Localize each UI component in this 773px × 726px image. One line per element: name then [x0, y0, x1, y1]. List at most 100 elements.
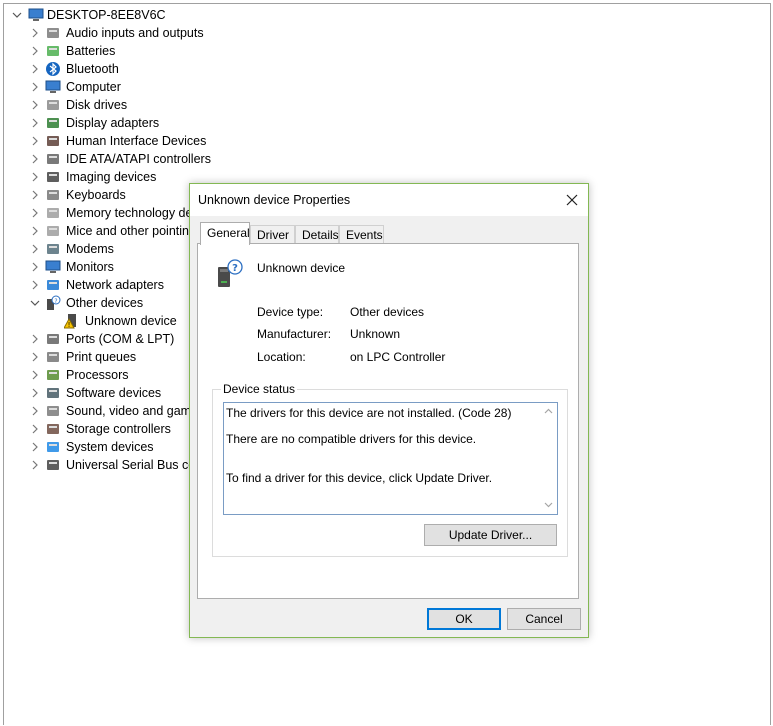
- tree-item-label: Computer: [66, 80, 121, 94]
- device-name: Unknown device: [257, 261, 346, 275]
- status-line: To find a driver for this device, click …: [226, 471, 493, 485]
- mouse-icon: [45, 223, 61, 239]
- tab-details[interactable]: Details: [295, 225, 339, 243]
- chevron-right-icon[interactable]: [30, 60, 40, 78]
- port-icon: [45, 331, 61, 347]
- storage-icon: [45, 421, 61, 437]
- computer-icon: [28, 7, 44, 23]
- keyboard-icon: [45, 187, 61, 203]
- device-status-group: Device status The drivers for this devic…: [212, 382, 568, 557]
- chevron-right-icon[interactable]: [30, 96, 40, 114]
- chevron-right-icon[interactable]: [30, 168, 40, 186]
- tree-item-label: Universal Serial Bus con: [66, 458, 203, 472]
- tree-item-label: Storage controllers: [66, 422, 171, 436]
- dialog-title: Unknown device Properties: [198, 193, 351, 207]
- chevron-right-icon[interactable]: [30, 150, 40, 168]
- update-driver-button[interactable]: Update Driver...: [424, 524, 557, 546]
- tree-item-label: Human Interface Devices: [66, 134, 207, 148]
- device-status-textbox[interactable]: The drivers for this device are not inst…: [223, 402, 558, 515]
- close-button[interactable]: [556, 184, 588, 216]
- tree-item-label: IDE ATA/ATAPI controllers: [66, 152, 211, 166]
- device-status-legend: Device status: [221, 382, 298, 396]
- tree-item-label: Disk drives: [66, 98, 128, 112]
- speaker-icon: [45, 25, 61, 41]
- chevron-right-icon[interactable]: [30, 456, 40, 474]
- tree-item-label: Print queues: [66, 350, 137, 364]
- tree-item-label: Ports (COM & LPT): [66, 332, 175, 346]
- chevron-right-icon[interactable]: [30, 186, 40, 204]
- tree-item-label: Modems: [66, 242, 114, 256]
- properties-dialog: Unknown device Properties General Driver…: [189, 183, 589, 638]
- tree-item-label: Keyboards: [66, 188, 126, 202]
- memory-icon: [45, 205, 61, 221]
- chevron-right-icon[interactable]: [30, 258, 40, 276]
- unknown-device-icon: ?: [45, 295, 61, 311]
- tree-root-label: DESKTOP-8EE8V6C: [47, 8, 166, 22]
- tree-item-label: Other devices: [66, 296, 144, 310]
- prop-value-device-type: Other devices: [350, 305, 425, 319]
- cancel-button[interactable]: Cancel: [507, 608, 581, 630]
- chevron-right-icon[interactable]: [30, 42, 40, 60]
- svg-text:?: ?: [232, 263, 238, 274]
- chevron-right-icon[interactable]: [30, 78, 40, 96]
- chevron-right-icon[interactable]: [30, 348, 40, 366]
- tree-item-label: Imaging devices: [66, 170, 157, 184]
- chevron-down-icon[interactable]: [12, 6, 22, 24]
- chevron-right-icon[interactable]: [30, 276, 40, 294]
- warning-device-icon: !: [63, 313, 80, 329]
- monitor-icon: [45, 79, 61, 95]
- close-icon: [566, 194, 578, 206]
- prop-value-manufacturer: Unknown: [350, 327, 401, 341]
- ide-controller-icon: [45, 151, 61, 167]
- tree-item-label: Sound, video and game: [66, 404, 199, 418]
- hid-icon: [45, 133, 61, 149]
- chevron-down-icon[interactable]: [30, 294, 40, 312]
- tree-item-label: Audio inputs and outputs: [66, 26, 204, 40]
- tab-general[interactable]: General: [200, 222, 250, 245]
- tree-item-label: Batteries: [66, 44, 116, 58]
- usb-icon: [45, 457, 61, 473]
- tree-item-label: Unknown device: [85, 314, 177, 328]
- prop-label-device-type: Device type:: [257, 305, 324, 319]
- tree-item-label: Processors: [66, 368, 129, 382]
- chevron-right-icon[interactable]: [30, 240, 40, 258]
- tab-driver[interactable]: Driver: [250, 225, 295, 243]
- tree-item-label: Monitors: [66, 260, 114, 274]
- chevron-right-icon[interactable]: [30, 204, 40, 222]
- chevron-right-icon[interactable]: [30, 132, 40, 150]
- tree-item-label: Display adapters: [66, 116, 160, 130]
- chevron-right-icon[interactable]: [30, 420, 40, 438]
- status-scrollbar[interactable]: [540, 403, 557, 514]
- monitor-icon: [45, 259, 61, 275]
- unknown-device-icon: ?: [216, 259, 244, 289]
- speaker-icon: [45, 403, 61, 419]
- chevron-right-icon[interactable]: [30, 402, 40, 420]
- prop-label-location: Location:: [257, 350, 306, 364]
- chevron-right-icon[interactable]: [30, 24, 40, 42]
- software-device-icon: [45, 385, 61, 401]
- ok-button[interactable]: OK: [427, 608, 501, 630]
- chevron-right-icon[interactable]: [30, 330, 40, 348]
- chevron-right-icon[interactable]: [30, 438, 40, 456]
- scroll-down-icon[interactable]: [540, 497, 557, 514]
- chevron-right-icon[interactable]: [30, 114, 40, 132]
- tree-item-label: System devices: [66, 440, 154, 454]
- dialog-titlebar[interactable]: Unknown device Properties: [190, 184, 588, 216]
- tree-item-label: Mice and other pointin: [66, 224, 189, 238]
- status-line: The drivers for this device are not inst…: [226, 406, 512, 420]
- system-icon: [45, 439, 61, 455]
- battery-icon: [45, 43, 61, 59]
- chevron-right-icon[interactable]: [30, 222, 40, 240]
- tree-item-label: Memory technology de: [66, 206, 193, 220]
- tab-events[interactable]: Events: [339, 225, 384, 243]
- chevron-right-icon[interactable]: [30, 366, 40, 384]
- tree-item-label: Bluetooth: [66, 62, 119, 76]
- prop-label-manufacturer: Manufacturer:: [257, 327, 332, 341]
- scroll-up-icon[interactable]: [540, 403, 557, 420]
- chevron-right-icon[interactable]: [30, 384, 40, 402]
- display-adapter-icon: [45, 115, 61, 131]
- disk-drive-icon: [45, 97, 61, 113]
- tree-item-label: Network adapters: [66, 278, 164, 292]
- prop-value-location: on LPC Controller: [350, 350, 446, 364]
- camera-icon: [45, 169, 61, 185]
